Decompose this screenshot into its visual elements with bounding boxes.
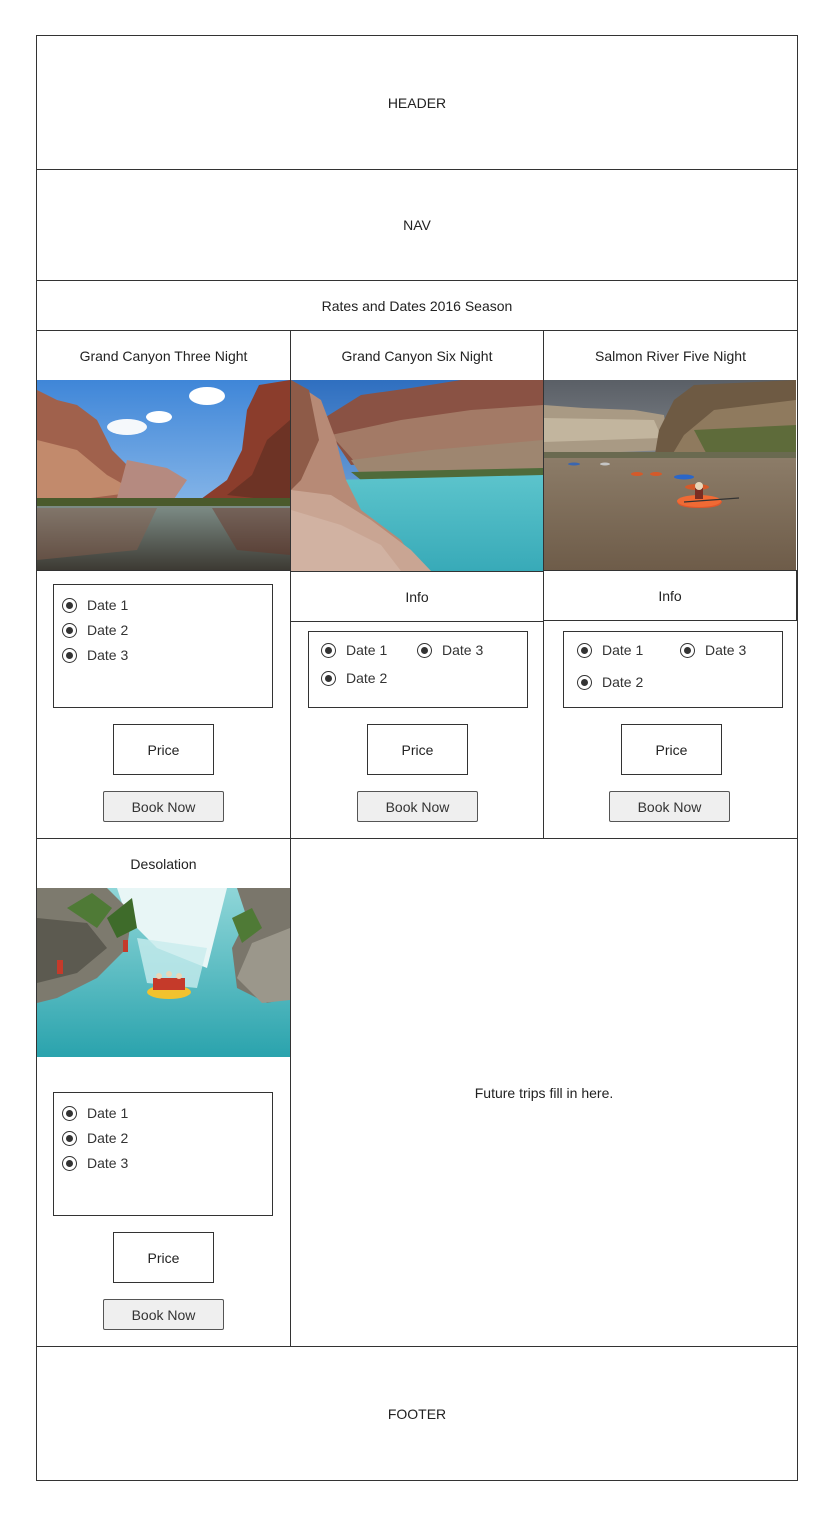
column-divider — [796, 570, 797, 621]
date-radio[interactable]: Date 2 — [62, 1130, 128, 1146]
price-box: Price — [621, 724, 722, 775]
book-now-button[interactable]: Book Now — [357, 791, 478, 822]
info-label: Info — [658, 587, 682, 604]
header: HEADER — [37, 36, 797, 169]
section-title: Rates and Dates 2016 Season — [37, 281, 797, 330]
radio-button[interactable] — [577, 642, 592, 658]
date-radio[interactable]: Date 2 — [321, 670, 387, 686]
radio-button[interactable] — [321, 642, 336, 658]
nav-label: NAV — [403, 217, 431, 233]
date-radio[interactable]: Date 2 — [577, 674, 643, 690]
book-now-button[interactable]: Book Now — [609, 791, 730, 822]
divider — [543, 620, 797, 621]
trip-title: Grand Canyon Six Night — [341, 347, 493, 364]
radio-button[interactable] — [62, 597, 77, 613]
price-box: Price — [367, 724, 468, 775]
little-colorado-turquoise-river-photo — [291, 380, 543, 571]
grand-canyon-river-photo — [37, 380, 290, 570]
book-now-button[interactable]: Book Now — [103, 1299, 224, 1330]
book-now-button[interactable]: Book Now — [103, 791, 224, 822]
price-box: Price — [113, 724, 214, 775]
header-label: HEADER — [387, 94, 447, 111]
footer: FOOTER — [37, 1347, 797, 1480]
info-label: Info — [405, 588, 429, 605]
radio-button[interactable] — [417, 642, 432, 658]
trip-title: Salmon River Five Night — [595, 347, 746, 364]
date-radio[interactable]: Date 1 — [321, 642, 387, 658]
radio-button[interactable] — [577, 674, 592, 690]
divider — [36, 570, 290, 571]
date-radio[interactable]: Date 3 — [62, 647, 128, 663]
date-radio[interactable]: Date 1 — [62, 1105, 128, 1121]
date-radio[interactable]: Date 3 — [417, 642, 483, 658]
radio-button[interactable] — [62, 647, 77, 663]
radio-button[interactable] — [62, 1130, 77, 1146]
section-title-text: Rates and Dates 2016 Season — [321, 297, 513, 314]
date-radio[interactable]: Date 1 — [62, 597, 128, 613]
radio-button[interactable] — [62, 1155, 77, 1171]
date-radio[interactable]: Date 3 — [680, 642, 746, 658]
price-box: Price — [113, 1232, 214, 1283]
trip-title: Desolation — [130, 855, 197, 872]
divider — [290, 621, 544, 622]
radio-button[interactable] — [680, 642, 695, 658]
footer-label: FOOTER — [387, 1405, 447, 1422]
radio-button[interactable] — [62, 622, 77, 638]
nav: NAV — [37, 170, 797, 280]
date-radio[interactable]: Date 3 — [62, 1155, 128, 1171]
radio-button[interactable] — [321, 670, 336, 686]
date-radio[interactable]: Date 2 — [62, 622, 128, 638]
radio-button[interactable] — [62, 1105, 77, 1121]
future-trips-placeholder: Future trips fill in here. — [474, 1084, 614, 1101]
trip-title: Grand Canyon Three Night — [79, 347, 248, 364]
kayakers-on-river-photo — [544, 380, 796, 570]
whitewater-rafting-photo — [37, 888, 290, 1057]
date-radio[interactable]: Date 1 — [577, 642, 643, 658]
